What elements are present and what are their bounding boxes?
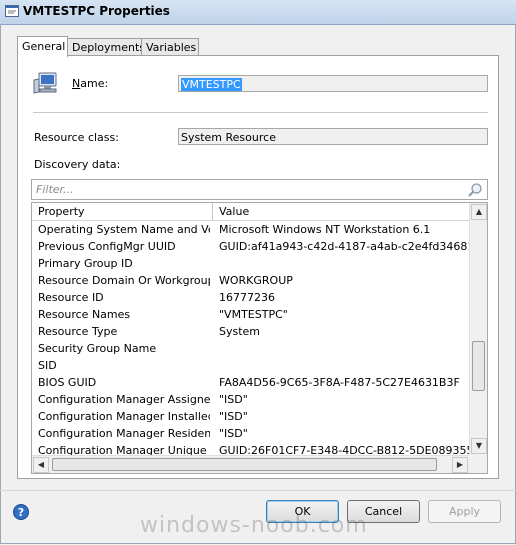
tab-general[interactable]: General — [17, 36, 68, 57]
value-cell: "ISD" — [219, 427, 248, 440]
value-cell: FA8A4D56-9C65-3F8A-F487-5C27E4631B3F — [219, 376, 460, 389]
scroll-left-arrow-icon[interactable]: ◀ — [33, 457, 49, 473]
vertical-scroll-thumb[interactable] — [472, 341, 485, 391]
table-row[interactable]: Operating System Name and Versi... Micros… — [32, 221, 469, 238]
filter-box[interactable]: Filter... — [31, 179, 488, 200]
property-cell: SID — [38, 359, 57, 372]
column-header-property[interactable]: Property — [32, 203, 213, 220]
table-row[interactable]: Configuration Manager Assigned S... "ISD" — [32, 391, 469, 408]
property-cell: Resource Domain Or Workgroup — [38, 274, 210, 287]
value-cell: WORKGROUP — [219, 274, 293, 287]
scrollbar-corner — [469, 455, 487, 473]
table-row[interactable]: Resource Type System — [32, 323, 469, 340]
property-cell: Previous ConfigMgr UUID — [38, 240, 176, 253]
footer-separator — [0, 490, 516, 491]
window-title: VMTESTPC Properties — [23, 4, 170, 18]
property-cell: Primary Group ID — [38, 257, 133, 270]
svg-text:?: ? — [18, 506, 24, 519]
apply-button[interactable]: Apply — [428, 500, 501, 523]
tab-deployments[interactable]: Deployments — [67, 38, 145, 56]
horizontal-scrollbar[interactable]: ◀ ▶ — [32, 455, 469, 473]
column-header-value[interactable]: Value — [213, 203, 469, 220]
property-cell: Resource Type — [38, 325, 118, 338]
separator — [33, 112, 488, 114]
help-icon[interactable]: ? — [13, 504, 29, 520]
table-row[interactable]: Resource Domain Or Workgroup WORKGROUP — [32, 272, 469, 289]
grid-header: Property Value — [32, 203, 469, 221]
property-cell: Operating System Name and Versi... — [38, 223, 210, 236]
property-cell: Security Group Name — [38, 342, 157, 355]
scroll-right-arrow-icon[interactable]: ▶ — [452, 457, 468, 473]
discovery-data-grid[interactable]: Property Value Operating System Name and… — [31, 202, 488, 474]
table-row[interactable]: Primary Group ID — [32, 255, 469, 272]
value-cell: "VMTESTPC" — [219, 308, 288, 321]
filter-input[interactable]: Filter... — [36, 183, 74, 196]
table-row[interactable]: Resource Names "VMTESTPC" — [32, 306, 469, 323]
value-cell: "ISD" — [219, 393, 248, 406]
horizontal-scroll-thumb[interactable] — [52, 458, 437, 471]
value-cell: System — [219, 325, 261, 338]
scroll-down-arrow-icon[interactable]: ▼ — [471, 438, 487, 454]
property-cell: BIOS GUID — [38, 376, 97, 389]
value-cell: GUID:af41a943-c42d-4187-a4ab-c2e4fd34681… — [219, 240, 469, 253]
tab-variables[interactable]: Variables — [141, 38, 199, 56]
property-cell: Configuration Manager Assigned S... — [38, 393, 210, 406]
search-icon[interactable] — [467, 182, 483, 198]
resource-class-field[interactable]: System Resource — [178, 128, 488, 145]
discovery-data-label: Discovery data: — [34, 158, 121, 171]
property-cell: Configuration Manager Installed Si... — [38, 410, 210, 423]
table-row[interactable]: SID — [32, 357, 469, 374]
table-row[interactable]: Security Group Name — [32, 340, 469, 357]
properties-window-icon — [5, 5, 19, 17]
watermark: windows-noob.com — [140, 513, 368, 538]
table-row[interactable]: Resource ID 16777236 — [32, 289, 469, 306]
resource-class-label: Resource class: — [34, 131, 119, 144]
table-row[interactable]: Configuration Manager Installed Si... "IS… — [32, 408, 469, 425]
computer-icon — [33, 72, 57, 94]
title-bar[interactable]: VMTESTPC Properties — [0, 0, 516, 25]
property-cell: Resource ID — [38, 291, 104, 304]
table-row[interactable]: BIOS GUID FA8A4D56-9C65-3F8A-F487-5C27E46… — [32, 374, 469, 391]
table-row[interactable]: Configuration Manager Resident S... "ISD" — [32, 425, 469, 442]
property-cell: Configuration Manager Resident S... — [38, 427, 210, 440]
value-cell: 16777236 — [219, 291, 275, 304]
property-cell: Resource Names — [38, 308, 131, 321]
name-label: Name: — [72, 77, 109, 90]
vertical-scrollbar[interactable]: ▲ ▼ — [469, 203, 487, 455]
name-value: VMTESTPC — [181, 78, 242, 91]
name-field[interactable]: VMTESTPC — [178, 75, 488, 92]
value-cell: Microsoft Windows NT Workstation 6.1 — [219, 223, 431, 236]
value-cell: "ISD" — [219, 410, 248, 423]
scroll-up-arrow-icon[interactable]: ▲ — [471, 204, 487, 220]
table-row[interactable]: Previous ConfigMgr UUID GUID:af41a943-c42… — [32, 238, 469, 255]
